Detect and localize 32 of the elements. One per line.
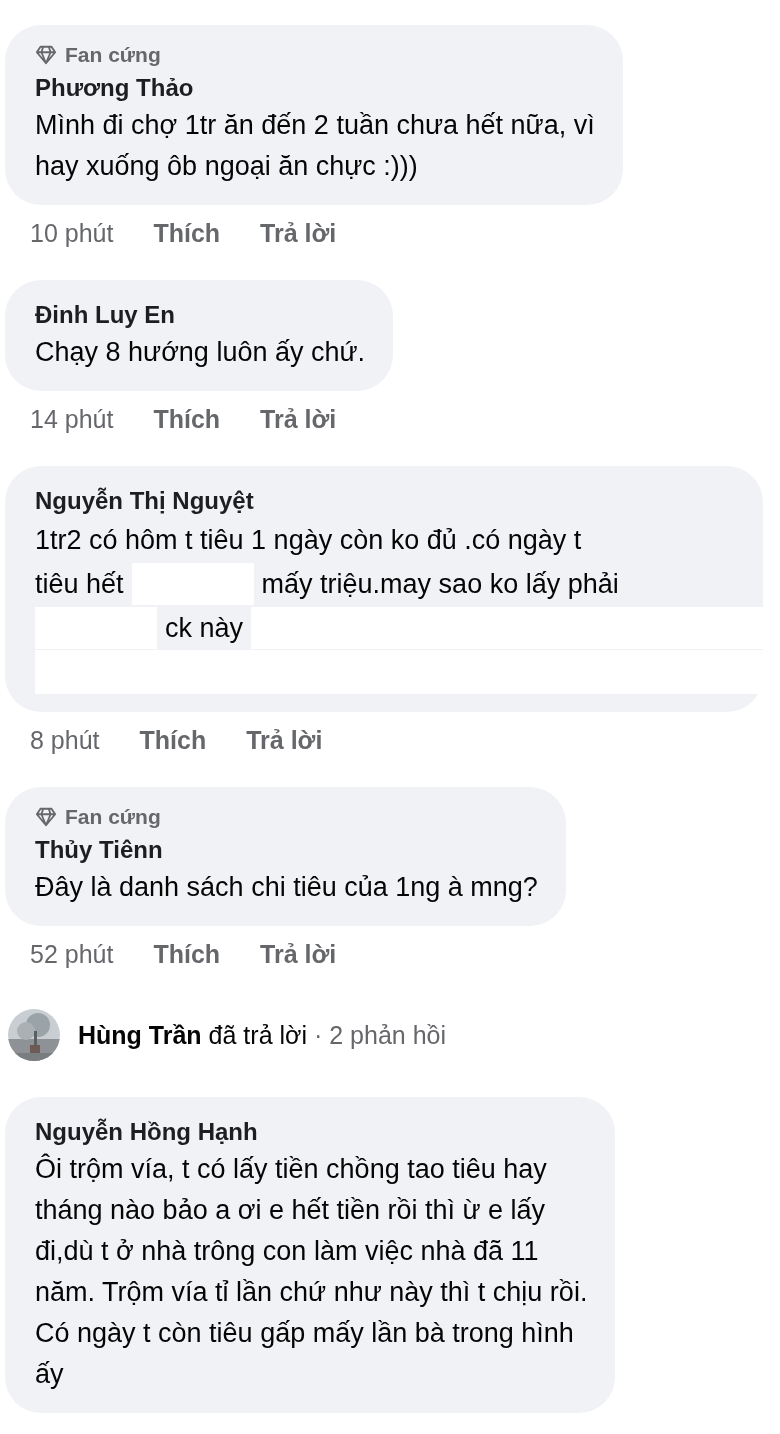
like-link[interactable]: Thích xyxy=(153,940,221,969)
author-name[interactable]: Nguyễn Thị Nguyệt xyxy=(35,484,735,518)
comment-text: ck này xyxy=(165,612,244,644)
badge-label: Fan cứng xyxy=(65,43,161,67)
comment-text: tiêu hết xyxy=(35,568,124,600)
comment-time: 8 phút xyxy=(30,726,100,755)
reply-link[interactable]: Trả lời xyxy=(260,940,337,969)
comment-time: 10 phút xyxy=(30,219,114,248)
badge-label: Fan cứng xyxy=(65,805,161,829)
author-name[interactable]: Nguyễn Hồng Hạnh xyxy=(35,1115,588,1149)
reply-author[interactable]: Hùng Trần xyxy=(78,1020,202,1050)
comment-time: 14 phút xyxy=(30,405,114,434)
reply-link[interactable]: Trả lời xyxy=(260,405,337,434)
reply-link[interactable]: Trả lời xyxy=(246,726,323,755)
diamond-icon xyxy=(35,44,57,66)
author-name[interactable]: Phương Thảo xyxy=(35,71,595,105)
like-link[interactable]: Thích xyxy=(139,726,207,755)
reply-action: đã trả lời xyxy=(208,1020,307,1050)
like-link[interactable]: Thích xyxy=(153,219,221,248)
diamond-icon xyxy=(35,806,57,828)
comment-text: 1tr2 có hôm t tiêu 1 ngày còn ko đủ .có ngày t xyxy=(35,524,582,556)
comment-text: mấy triệu.may sao ko lấy phải xyxy=(261,568,619,600)
like-link[interactable]: Thích xyxy=(153,405,221,434)
comment-text: Đây là danh sách chi tiêu của 1ng à mng? xyxy=(35,871,538,904)
comment-text: Mình đi chợ 1tr ăn đến 2 tuần chưa hết nữa, vì hay xuống ôb ngoại ăn chực :))) xyxy=(35,109,595,183)
reply-count[interactable]: · 2 phản hồi xyxy=(314,1020,447,1050)
author-name[interactable]: Thủy Tiênn xyxy=(35,833,538,867)
comment-time: 52 phút xyxy=(30,940,114,969)
comment-text: Chạy 8 hướng luôn ấy chứ. xyxy=(35,336,366,369)
comment-text: Ôi trộm vía, t có lấy tiền chồng tao tiêu hay tháng nào bảo a ơi e hết tiền rồi thì ừ e lấy đi,dù t ở nhà trông con làm việc nhà đã 11 năm. Trộm vía tỉ lần chứ như này thì t chịu rồi. Có ngày t còn tiêu gấp mấy lần bà trong hình ấy xyxy=(35,1152,588,1391)
reply-link[interactable]: Trả lời xyxy=(260,219,337,248)
author-name[interactable]: Đinh Luy En xyxy=(35,298,366,332)
